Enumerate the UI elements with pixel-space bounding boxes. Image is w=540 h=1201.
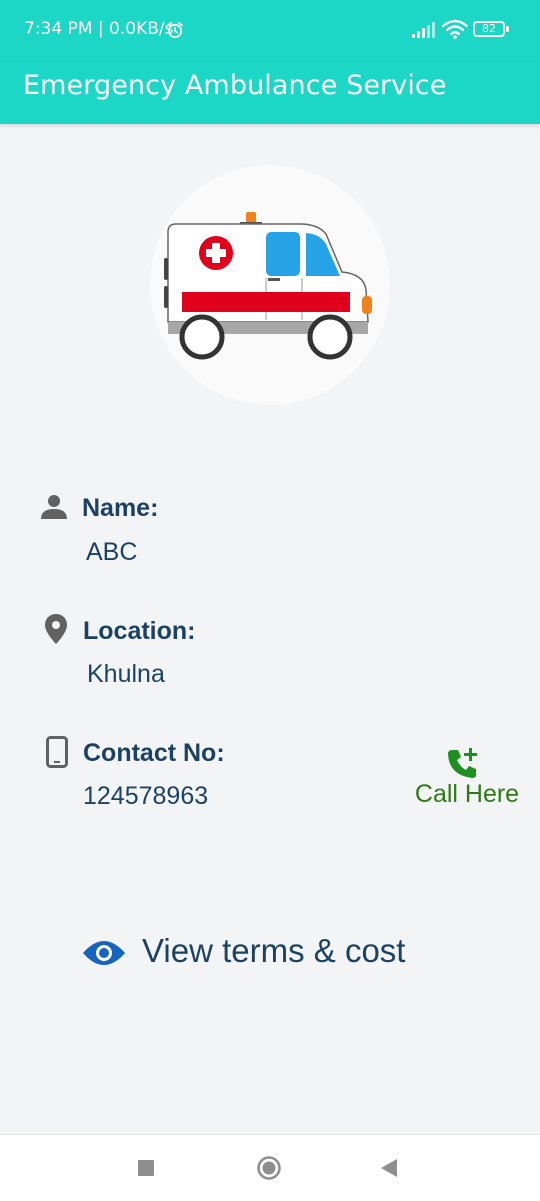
call-here-button[interactable]: Call Here: [404, 740, 530, 816]
signal-icon: [412, 22, 435, 38]
location-pin-icon: [45, 614, 67, 644]
call-here-label: Call Here: [414, 780, 520, 808]
battery-icon: 82: [473, 21, 505, 37]
name-label: Name:: [82, 494, 159, 522]
app-title: Emergency Ambulance Service: [23, 70, 447, 101]
navigation-bar: [0, 1134, 540, 1201]
alarm-icon: [167, 22, 183, 39]
view-terms-label: View terms & cost: [142, 932, 406, 969]
phone-add-icon: [448, 748, 477, 778]
location-label: Location:: [83, 617, 196, 645]
contact-value: 124578963: [83, 782, 209, 810]
battery-tip: [506, 26, 509, 32]
home-circle-icon[interactable]: [256, 1155, 282, 1181]
status-time: 7:34 PM | 0.0KB/s: [24, 19, 174, 39]
wifi-icon: [442, 19, 468, 39]
person-icon: [41, 495, 67, 519]
recents-square-icon[interactable]: [137, 1159, 155, 1177]
contact-label: Contact No:: [83, 739, 225, 767]
app-bar: Emergency Ambulance Service: [0, 62, 540, 124]
status-bar: 7:34 PM | 0.0KB/s 82: [0, 0, 540, 62]
view-terms-link[interactable]: View terms & cost: [80, 928, 440, 978]
back-triangle-icon[interactable]: [380, 1158, 398, 1178]
location-value: Khulna: [87, 660, 165, 688]
eye-icon: [83, 941, 125, 965]
ambulance-illustration: [150, 165, 390, 405]
name-value: ABC: [86, 538, 138, 566]
smartphone-icon: [46, 736, 68, 768]
